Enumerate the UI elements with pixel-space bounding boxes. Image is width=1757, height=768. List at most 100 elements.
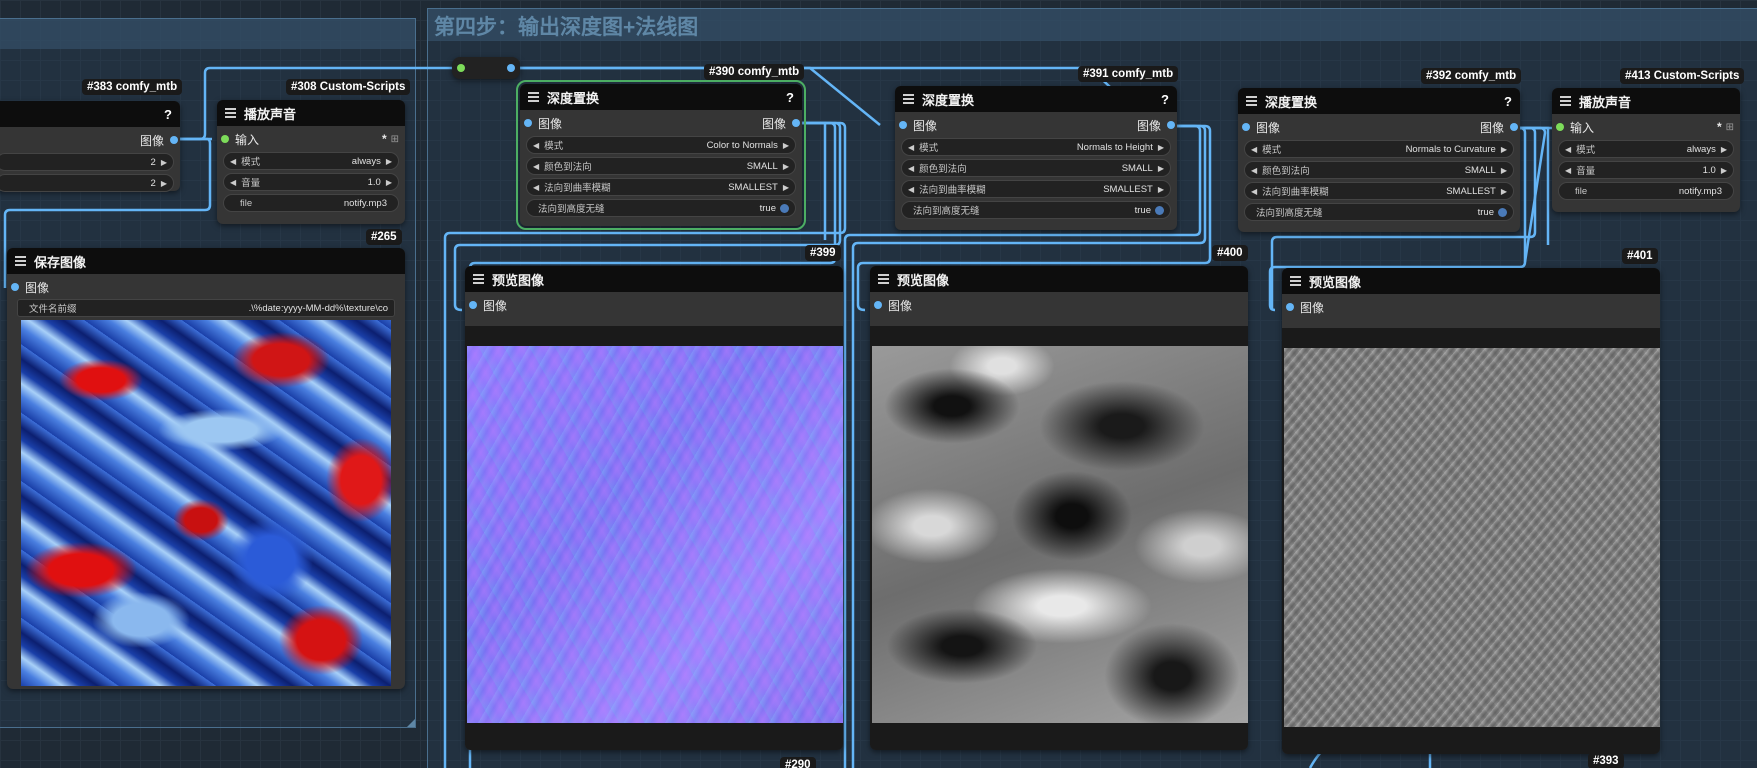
node-400-header[interactable]: 预览图像 <box>870 266 1248 292</box>
node-391-blur-widget[interactable]: ◀ 法向到曲率模糊 SMALLEST ▶ <box>901 180 1171 198</box>
node-265-header[interactable]: 保存图像 <box>7 248 405 274</box>
increment-arrow-icon[interactable]: ▶ <box>783 141 789 150</box>
decrement-arrow-icon[interactable]: ◀ <box>533 162 539 171</box>
node-265[interactable]: 保存图像 图像 文件名前缀 .\%date:yyyy-MM-dd%\textur… <box>7 248 405 689</box>
node-392-seamless-toggle[interactable]: 法向到高度无缝 true <box>1244 203 1514 221</box>
node-399[interactable]: 预览图像 图像 <box>465 266 843 750</box>
decrement-arrow-icon[interactable]: ◀ <box>1565 145 1571 154</box>
input-dot[interactable] <box>1556 123 1564 131</box>
menu-icon[interactable] <box>225 106 236 120</box>
toggle-indicator[interactable] <box>1498 207 1507 217</box>
toggle-indicator[interactable] <box>1155 205 1164 215</box>
node-383-header[interactable]: ? <box>0 101 180 127</box>
help-icon[interactable]: ? <box>1504 94 1512 109</box>
node-383[interactable]: ? 图像 2 ▶ 2 ▶ <box>0 101 180 192</box>
output-dot[interactable] <box>1510 123 1518 131</box>
increment-arrow-icon[interactable]: ▶ <box>1501 166 1507 175</box>
saved-image[interactable] <box>21 320 391 686</box>
node-392[interactable]: 深度置换 ? 图像 图像 ◀ 模式 Normals to Curvature ▶… <box>1238 88 1520 232</box>
node-383-widget-1[interactable]: 2 ▶ <box>0 153 174 171</box>
node-391-header[interactable]: 深度置换 ? <box>895 86 1177 112</box>
menu-icon[interactable] <box>473 272 484 286</box>
increment-arrow-icon[interactable]: ▶ <box>161 158 167 167</box>
decrement-arrow-icon[interactable]: ◀ <box>230 157 236 166</box>
node-390-mode-widget[interactable]: ◀ 模式 Color to Normals ▶ <box>526 136 796 154</box>
node-308-header[interactable]: 播放声音 <box>217 100 405 126</box>
help-icon[interactable]: ? <box>1161 92 1169 107</box>
node-390-blur-widget[interactable]: ◀ 法向到曲率模糊 SMALLEST ▶ <box>526 178 796 196</box>
increment-arrow-icon[interactable]: ▶ <box>1158 185 1164 194</box>
decrement-arrow-icon[interactable]: ◀ <box>230 178 236 187</box>
reroute-node[interactable] <box>452 57 520 79</box>
height-map-image[interactable] <box>872 346 1248 723</box>
decrement-arrow-icon[interactable]: ◀ <box>533 183 539 192</box>
input-dot[interactable] <box>899 121 907 129</box>
node-401[interactable]: 预览图像 图像 <box>1282 268 1660 754</box>
decrement-arrow-icon[interactable]: ◀ <box>1565 166 1571 175</box>
help-icon[interactable]: ? <box>786 90 794 105</box>
node-391-seamless-toggle[interactable]: 法向到高度无缝 true <box>901 201 1171 219</box>
toggle-indicator[interactable] <box>780 203 789 213</box>
reroute-output-dot[interactable] <box>507 64 515 72</box>
increment-arrow-icon[interactable]: ▶ <box>783 162 789 171</box>
menu-icon[interactable] <box>15 254 26 268</box>
increment-arrow-icon[interactable]: ▶ <box>386 157 392 166</box>
curvature-map-image[interactable] <box>1284 348 1660 727</box>
node-308[interactable]: 播放声音 输入 * ⊞ ◀ 模式 always ▶ ◀ 音量 1.0 ▶ fil… <box>217 100 405 224</box>
node-390-header[interactable]: 深度置换 ? <box>520 84 802 110</box>
node-413[interactable]: 播放声音 输入 * ⊞ ◀ 模式 always ▶ ◀ 音量 1.0 ▶ fil… <box>1552 88 1740 212</box>
node-308-mode-widget[interactable]: ◀ 模式 always ▶ <box>223 152 399 170</box>
menu-icon[interactable] <box>1246 94 1257 108</box>
input-dot[interactable] <box>1242 123 1250 131</box>
node-392-color-widget[interactable]: ◀ 颜色到法向 SMALL ▶ <box>1244 161 1514 179</box>
node-401-header[interactable]: 预览图像 <box>1282 268 1660 294</box>
increment-arrow-icon[interactable]: ▶ <box>1158 143 1164 152</box>
output-dot[interactable] <box>170 136 178 144</box>
menu-icon[interactable] <box>528 90 539 104</box>
increment-arrow-icon[interactable]: ▶ <box>1501 145 1507 154</box>
increment-arrow-icon[interactable]: ▶ <box>783 183 789 192</box>
node-392-header[interactable]: 深度置换 ? <box>1238 88 1520 114</box>
increment-arrow-icon[interactable]: ▶ <box>1721 166 1727 175</box>
reroute-input-dot[interactable] <box>457 64 465 72</box>
output-dot[interactable] <box>792 119 800 127</box>
node-391[interactable]: 深度置换 ? 图像 图像 ◀ 模式 Normals to Height ▶ ◀ … <box>895 86 1177 230</box>
input-dot[interactable] <box>221 135 229 143</box>
menu-icon[interactable] <box>903 92 914 106</box>
node-413-header[interactable]: 播放声音 <box>1552 88 1740 114</box>
node-390-seamless-toggle[interactable]: 法向到高度无缝 true <box>526 199 796 217</box>
node-399-header[interactable]: 预览图像 <box>465 266 843 292</box>
decrement-arrow-icon[interactable]: ◀ <box>1251 187 1257 196</box>
node-391-mode-widget[interactable]: ◀ 模式 Normals to Height ▶ <box>901 138 1171 156</box>
node-383-widget-2[interactable]: 2 ▶ <box>0 174 174 192</box>
node-390-color-widget[interactable]: ◀ 颜色到法向 SMALL ▶ <box>526 157 796 175</box>
input-dot[interactable] <box>11 283 19 291</box>
normal-map-image[interactable] <box>467 346 843 723</box>
input-dot[interactable] <box>1286 303 1294 311</box>
node-390[interactable]: 深度置换 ? 图像 图像 ◀ 模式 Color to Normals ▶ ◀ 颜… <box>516 80 806 230</box>
increment-arrow-icon[interactable]: ▶ <box>1501 187 1507 196</box>
input-dot[interactable] <box>874 301 882 309</box>
decrement-arrow-icon[interactable]: ◀ <box>1251 145 1257 154</box>
node-308-file-widget[interactable]: file notify.mp3 <box>223 194 399 212</box>
decrement-arrow-icon[interactable]: ◀ <box>533 141 539 150</box>
output-dot[interactable] <box>1167 121 1175 129</box>
help-icon[interactable]: ? <box>164 107 172 122</box>
decrement-arrow-icon[interactable]: ◀ <box>908 164 914 173</box>
node-392-blur-widget[interactable]: ◀ 法向到曲率模糊 SMALLEST ▶ <box>1244 182 1514 200</box>
increment-arrow-icon[interactable]: ▶ <box>386 178 392 187</box>
decrement-arrow-icon[interactable]: ◀ <box>908 143 914 152</box>
node-400[interactable]: 预览图像 图像 <box>870 266 1248 750</box>
menu-icon[interactable] <box>878 272 889 286</box>
input-dot[interactable] <box>469 301 477 309</box>
node-413-mode-widget[interactable]: ◀ 模式 always ▶ <box>1558 140 1734 158</box>
node-392-mode-widget[interactable]: ◀ 模式 Normals to Curvature ▶ <box>1244 140 1514 158</box>
increment-arrow-icon[interactable]: ▶ <box>1721 145 1727 154</box>
node-391-color-widget[interactable]: ◀ 颜色到法向 SMALL ▶ <box>901 159 1171 177</box>
input-dot[interactable] <box>524 119 532 127</box>
node-canvas[interactable]: 第四步：输出深度图+法线图 #383 comfy_mtb ? 图像 2 ▶ 2 … <box>0 0 1757 768</box>
menu-icon[interactable] <box>1290 274 1301 288</box>
increment-arrow-icon[interactable]: ▶ <box>161 179 167 188</box>
node-308-volume-widget[interactable]: ◀ 音量 1.0 ▶ <box>223 173 399 191</box>
decrement-arrow-icon[interactable]: ◀ <box>908 185 914 194</box>
